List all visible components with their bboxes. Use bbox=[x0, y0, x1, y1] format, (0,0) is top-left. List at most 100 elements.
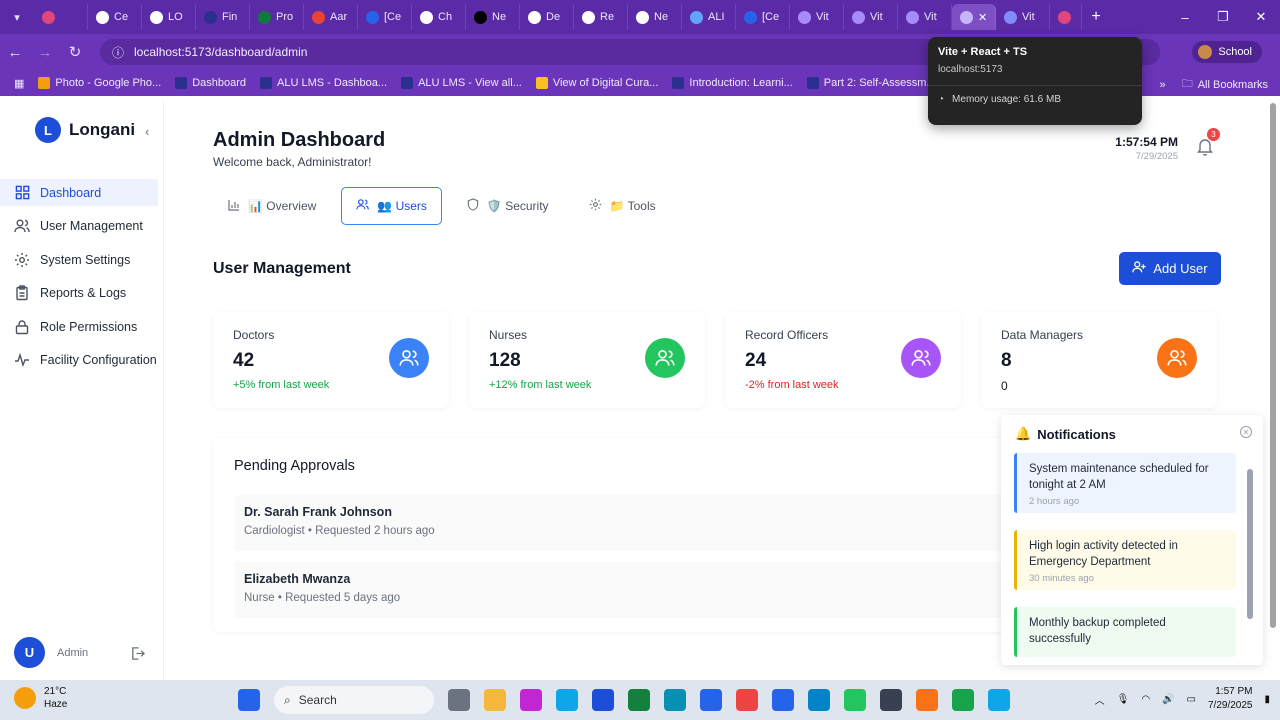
browser-tab[interactable] bbox=[34, 4, 88, 30]
sidebar-item-facility-configuration[interactable]: Facility Configuration bbox=[0, 347, 164, 374]
tab-tools[interactable]: 📁 Tools bbox=[574, 187, 671, 225]
browser-tab[interactable] bbox=[1050, 4, 1082, 30]
notification-item[interactable]: Monthly backup completed successfully bbox=[1014, 607, 1236, 657]
browser-tab[interactable]: Pro bbox=[250, 4, 304, 30]
back-icon[interactable]: ← bbox=[0, 44, 30, 61]
sidebar-item-dashboard[interactable]: Dashboard bbox=[0, 179, 158, 206]
browser-tab[interactable]: Re bbox=[574, 4, 628, 30]
list-item[interactable]: Elizabeth Mwanza Nurse • Requested 5 day… bbox=[234, 562, 1044, 618]
sidebar-item-role-permissions[interactable]: Role Permissions bbox=[0, 313, 164, 340]
add-user-button[interactable]: Add User bbox=[1119, 252, 1221, 285]
tab-security[interactable]: 🛡️ Security bbox=[452, 187, 564, 225]
browser-tab[interactable]: [Ce bbox=[358, 4, 412, 30]
browser-tab[interactable]: [Ce bbox=[736, 4, 790, 30]
bookmark-item[interactable]: ALU LMS - View all... bbox=[401, 77, 522, 89]
edge-icon[interactable] bbox=[664, 689, 686, 711]
chrome-icon[interactable] bbox=[916, 689, 938, 711]
scrollbar-thumb[interactable] bbox=[1247, 469, 1253, 619]
tab-label: 📊 Overview bbox=[248, 199, 317, 213]
browser-tab-active[interactable]: ✕ bbox=[952, 4, 996, 30]
notification-item[interactable]: High login activity detected in Emergenc… bbox=[1014, 530, 1236, 590]
microphone-icon[interactable]: 🎙 bbox=[1117, 694, 1130, 705]
bookmark-item[interactable]: View of Digital Cura... bbox=[535, 77, 658, 89]
browser-tab[interactable]: Vit bbox=[844, 4, 898, 30]
browser-tab[interactable]: Ne bbox=[466, 4, 520, 30]
browser-tab[interactable]: Ne bbox=[628, 4, 682, 30]
collapse-sidebar-icon[interactable]: ‹ bbox=[145, 124, 149, 139]
tab-title: Vit bbox=[870, 11, 883, 23]
bookmark-item[interactable]: Part 2: Self-Assessm... bbox=[806, 77, 936, 89]
forward-icon[interactable]: → bbox=[30, 44, 60, 61]
tab-search-button[interactable]: ▾ bbox=[0, 0, 34, 34]
browser-tab[interactable]: Fin bbox=[196, 4, 250, 30]
logout-icon[interactable] bbox=[130, 646, 145, 664]
reload-icon[interactable]: ↻ bbox=[60, 43, 90, 61]
bookmark-item[interactable]: Introduction: Learni... bbox=[672, 77, 793, 89]
chrome-icon[interactable] bbox=[736, 689, 758, 711]
taskbar-search[interactable]: ⌕ Search bbox=[274, 686, 434, 714]
bookmark-item[interactable]: Photo - Google Pho... bbox=[38, 77, 161, 89]
terminal-icon[interactable] bbox=[880, 689, 902, 711]
sidebar-item-reports-logs[interactable]: Reports & Logs bbox=[0, 280, 164, 307]
word-icon[interactable] bbox=[700, 689, 722, 711]
copilot-icon[interactable] bbox=[520, 689, 542, 711]
whatsapp-icon[interactable] bbox=[952, 689, 974, 711]
brand[interactable]: L Longani bbox=[35, 117, 135, 143]
notification-time: 2 hours ago bbox=[1029, 496, 1080, 507]
sidebar-item-user-management[interactable]: User Management bbox=[0, 213, 164, 240]
outlook-icon[interactable] bbox=[592, 689, 614, 711]
minimize-icon[interactable]: – bbox=[1166, 0, 1204, 34]
browser-tab[interactable]: LO bbox=[142, 4, 196, 30]
sidebar-item-label: Reports & Logs bbox=[40, 286, 127, 300]
file-explorer-icon[interactable] bbox=[484, 689, 506, 711]
spotify-icon[interactable] bbox=[844, 689, 866, 711]
page-scrollbar[interactable] bbox=[1270, 103, 1276, 628]
vscode-icon[interactable] bbox=[988, 689, 1010, 711]
site-info-icon[interactable]: ⓘ bbox=[112, 44, 124, 61]
all-bookmarks-button[interactable]: » 🗀 All Bookmarks bbox=[1159, 75, 1268, 94]
bookmark-item[interactable]: Dashboard bbox=[175, 77, 246, 89]
app-icon[interactable] bbox=[772, 689, 794, 711]
user-profile[interactable]: U Admin bbox=[14, 637, 88, 668]
brand-name: Longani bbox=[69, 120, 136, 139]
close-tab-icon[interactable]: ✕ bbox=[978, 11, 987, 24]
notification-item[interactable]: System maintenance scheduled for tonight… bbox=[1014, 453, 1236, 513]
chevron-right-icon[interactable]: » bbox=[1159, 79, 1165, 91]
maximize-icon[interactable]: ❐ bbox=[1204, 0, 1242, 34]
close-icon[interactable]: ✕ bbox=[1240, 426, 1252, 438]
vscode-icon[interactable] bbox=[808, 689, 830, 711]
task-view-icon[interactable] bbox=[448, 689, 470, 711]
tab-overview[interactable]: 📊 Overview bbox=[213, 187, 331, 225]
browser-tab[interactable]: ALI bbox=[682, 4, 736, 30]
windows-start-icon[interactable] bbox=[238, 689, 260, 711]
browser-tab[interactable]: Aar bbox=[304, 4, 358, 30]
sidebar-item-system-settings[interactable]: System Settings bbox=[0, 246, 164, 273]
notification-center-icon[interactable]: ▮ bbox=[1264, 694, 1270, 705]
battery-icon[interactable]: ▭ bbox=[1187, 694, 1196, 705]
browser-tab[interactable]: Ch bbox=[412, 4, 466, 30]
browser-tab[interactable]: Vit bbox=[996, 4, 1050, 30]
notifications-scrollbar[interactable] bbox=[1247, 457, 1253, 647]
chevron-up-icon[interactable]: ︿ bbox=[1095, 692, 1105, 707]
wifi-icon[interactable]: ◠ bbox=[1141, 694, 1150, 705]
notifications-button[interactable]: 3 bbox=[1197, 128, 1220, 156]
all-bookmarks-label: All Bookmarks bbox=[1197, 78, 1268, 91]
bookmark-item[interactable]: ALU LMS - Dashboa... bbox=[260, 77, 387, 89]
tab-users[interactable]: 👥 Users bbox=[341, 187, 442, 225]
browser-tab[interactable]: Vit bbox=[898, 4, 952, 30]
tab-favicon bbox=[744, 10, 757, 24]
volume-icon[interactable]: 🔊 bbox=[1162, 694, 1174, 705]
excel-icon[interactable] bbox=[628, 689, 650, 711]
weather-icon bbox=[14, 687, 36, 709]
new-tab-button[interactable]: + bbox=[1082, 8, 1110, 26]
close-window-icon[interactable]: ✕ bbox=[1242, 0, 1280, 34]
browser-tab[interactable]: Vit bbox=[790, 4, 844, 30]
store-icon[interactable] bbox=[556, 689, 578, 711]
taskbar-clock[interactable]: 1:57 PM 7/29/2025 bbox=[1208, 685, 1253, 713]
weather-widget[interactable]: 21°C Haze bbox=[14, 685, 67, 711]
list-item[interactable]: Dr. Sarah Frank Johnson Cardiologist • R… bbox=[234, 495, 1044, 551]
profile-button[interactable]: School bbox=[1192, 41, 1262, 63]
apps-icon[interactable]: ▦ bbox=[14, 77, 24, 90]
browser-tab[interactable]: De bbox=[520, 4, 574, 30]
browser-tab[interactable]: Ce bbox=[88, 4, 142, 30]
